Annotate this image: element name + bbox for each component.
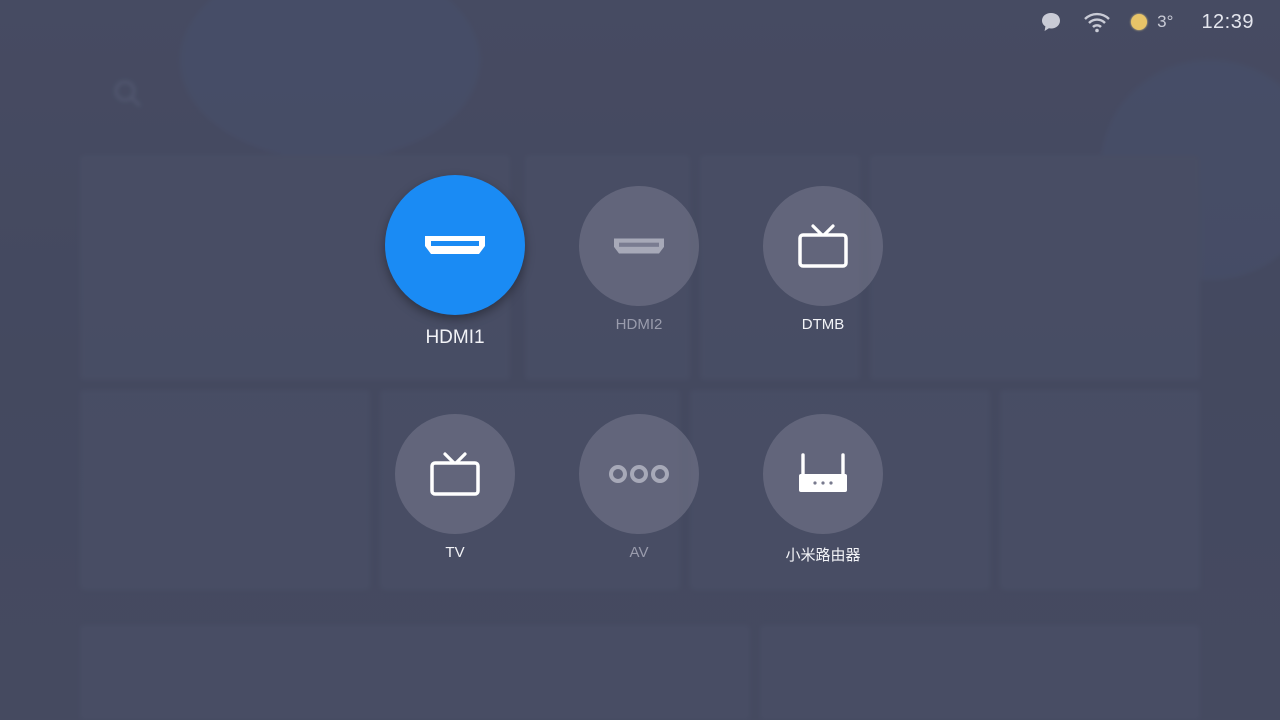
- tv-icon: [798, 224, 848, 268]
- source-hdmi2[interactable]: HDMI2: [559, 186, 719, 333]
- source-hdmi2-button[interactable]: [579, 186, 699, 306]
- hdmi-icon: [425, 236, 485, 254]
- source-hdmi1-label: HDMI1: [425, 327, 485, 348]
- source-hdmi1[interactable]: HDMI1: [375, 175, 535, 349]
- source-hdmi1-button[interactable]: [385, 175, 525, 315]
- source-tv[interactable]: TV: [375, 414, 535, 561]
- source-router-button[interactable]: [763, 414, 883, 534]
- av-dots-icon: [609, 465, 669, 483]
- hdmi-icon: [614, 238, 664, 254]
- source-av-button[interactable]: [579, 414, 699, 534]
- temperature-text: 3°: [1157, 12, 1174, 31]
- router-icon: [799, 453, 847, 492]
- wifi-icon: [1083, 11, 1111, 33]
- source-dtmb-button[interactable]: [763, 186, 883, 306]
- source-av[interactable]: AV: [559, 414, 719, 561]
- status-bar: 3° 12:39: [1039, 8, 1254, 36]
- weather-widget: 3°: [1131, 12, 1173, 32]
- source-tv-button[interactable]: [395, 414, 515, 534]
- dim-overlay: [0, 0, 1280, 720]
- tv-input-source-screen: 3° 12:39 HDMI1 HDMI2 DTMB TV AV 小米路由器: [0, 0, 1280, 720]
- clock-text: 12:39: [1201, 10, 1254, 33]
- source-router-label: 小米路由器: [785, 547, 861, 564]
- source-router[interactable]: 小米路由器: [743, 414, 903, 565]
- source-av-label: AV: [629, 544, 649, 561]
- weather-sun-icon: [1131, 14, 1148, 30]
- source-tv-label: TV: [445, 544, 465, 561]
- source-dtmb[interactable]: DTMB: [743, 186, 903, 333]
- source-hdmi2-label: HDMI2: [615, 316, 663, 333]
- tv-icon: [430, 452, 480, 496]
- source-dtmb-label: DTMB: [801, 316, 845, 333]
- message-icon: [1039, 10, 1063, 34]
